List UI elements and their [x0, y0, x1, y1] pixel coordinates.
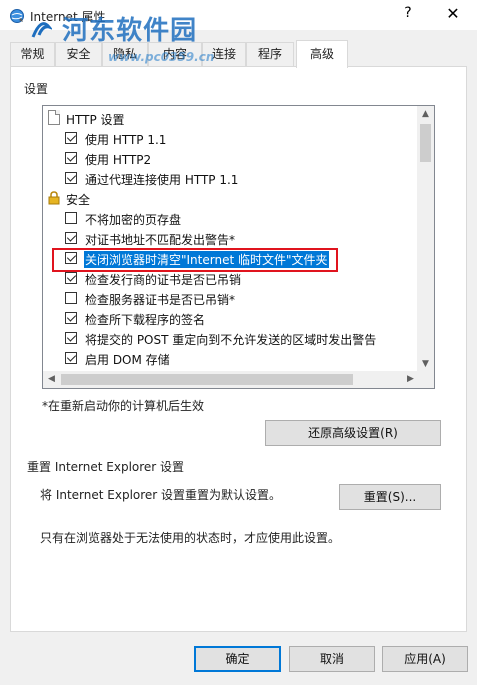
reset-button[interactable]: 重置(S)... — [339, 484, 441, 510]
tree-option-label: 将提交的 POST 重定向到不允许发送的区域时发出警告 — [85, 333, 377, 347]
restart-note: *在重新启动你的计算机后生效 — [42, 399, 205, 413]
checkbox[interactable] — [65, 352, 77, 364]
tree-option-label: 检查所下载程序的签名 — [85, 313, 206, 327]
checkbox[interactable] — [65, 232, 77, 244]
tree-option[interactable]: 启用 DOM 存储 — [43, 348, 418, 368]
checkbox[interactable] — [65, 212, 77, 224]
tree-option-label: 检查发行商的证书是否已吊销 — [85, 273, 242, 287]
settings-tree[interactable]: HTTP 设置 使用 HTTP 1.1 使用 HTTP2 通过代理连接使用 HT… — [42, 105, 435, 389]
tree-option-label: 检查服务器证书是否已吊销* — [85, 293, 236, 307]
tree-option-label: 使用 HTTP 1.1 — [85, 133, 167, 147]
tab-programs[interactable]: 程序 — [246, 42, 294, 67]
ok-button[interactable]: 确定 — [194, 646, 281, 672]
tree-option-label: 对证书地址不匹配发出警告* — [85, 233, 236, 247]
watermark-text: 河东软件园 — [62, 16, 198, 46]
tree-option-label: 使用 HTTP2 — [85, 153, 152, 167]
tab-advanced[interactable]: 高级 — [296, 40, 348, 68]
tree-option-label: 通过代理连接使用 HTTP 1.1 — [85, 173, 239, 187]
checkbox[interactable] — [65, 292, 77, 304]
watermark-url: www.pc0359.cn — [108, 50, 215, 64]
tree-option[interactable]: 检查服务器证书是否已吊销* — [43, 288, 418, 308]
tree-option-label: 不将加密的页存盘 — [85, 213, 182, 227]
internet-options-icon — [10, 9, 24, 23]
reset-section-title: 重置 Internet Explorer 设置 — [27, 460, 185, 474]
tree-category-label: HTTP 设置 — [66, 113, 125, 127]
tree-category-security: 安全 — [43, 188, 418, 208]
tree-option[interactable]: 使用 HTTP 1.1 — [43, 128, 418, 148]
scroll-up-icon[interactable]: ▲ — [417, 106, 434, 123]
tree-option[interactable]: 不将加密的页存盘 — [43, 208, 418, 228]
tree-option[interactable]: 将提交的 POST 重定向到不允许发送的区域时发出警告 — [43, 328, 418, 348]
reset-warning: 只有在浏览器处于无法使用的状态时，才应使用此设置。 — [40, 531, 341, 545]
horizontal-scrollbar[interactable]: ◀ ▶ — [43, 371, 419, 388]
annotation-highlight-box — [52, 248, 338, 272]
checkbox[interactable] — [65, 132, 77, 144]
settings-group-label: 设置 — [24, 82, 49, 96]
lock-icon — [48, 191, 60, 205]
tree-option[interactable]: 通过代理连接使用 HTTP 1.1 — [43, 168, 418, 188]
restore-advanced-button[interactable]: 还原高级设置(R) — [265, 420, 441, 446]
close-button[interactable]: ✕ — [441, 4, 465, 26]
vertical-scrollbar[interactable]: ▲ ▼ — [417, 106, 434, 373]
checkbox[interactable] — [65, 272, 77, 284]
tree-option-label: 启用 DOM 存储 — [85, 353, 170, 367]
apply-button[interactable]: 应用(A) — [382, 646, 468, 672]
help-button[interactable]: ? — [398, 5, 418, 25]
horizontal-scroll-thumb[interactable] — [61, 374, 353, 385]
vertical-scroll-thumb[interactable] — [420, 124, 431, 162]
checkbox[interactable] — [65, 152, 77, 164]
checkbox[interactable] — [65, 172, 77, 184]
tree-option[interactable]: 使用 HTTP2 — [43, 148, 418, 168]
cancel-button[interactable]: 取消 — [289, 646, 375, 672]
tree-category-http: HTTP 设置 — [43, 108, 418, 128]
tree-option[interactable]: 检查所下载程序的签名 — [43, 308, 418, 328]
document-icon — [48, 110, 60, 125]
watermark-swirl-icon — [31, 22, 54, 38]
checkbox[interactable] — [65, 332, 77, 344]
scroll-left-icon[interactable]: ◀ — [43, 371, 60, 388]
watermark-logo: 河东软件园 — [30, 10, 197, 47]
tree-category-label: 安全 — [66, 193, 91, 207]
checkbox[interactable] — [65, 312, 77, 324]
tree-option[interactable]: 对证书地址不匹配发出警告* — [43, 228, 418, 248]
reset-description: 将 Internet Explorer 设置重置为默认设置。 — [40, 488, 282, 502]
scrollbar-corner — [417, 371, 434, 388]
